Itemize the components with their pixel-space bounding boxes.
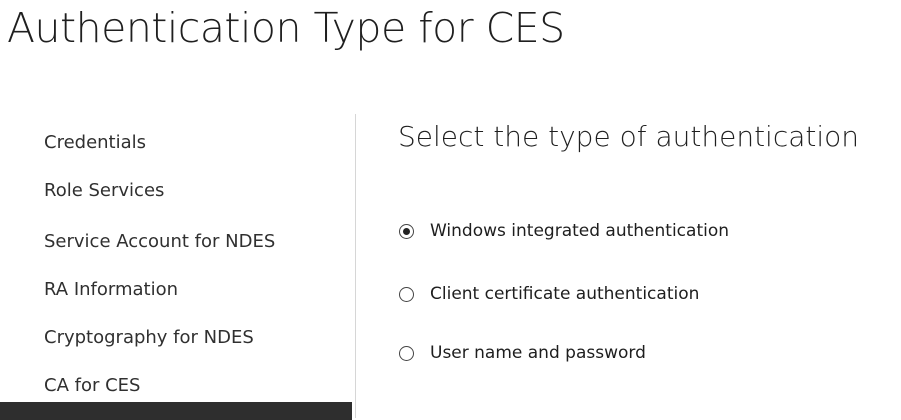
wizard-navigation: Credentials Role Services Service Accoun… xyxy=(0,118,352,420)
sidebar-item-active[interactable] xyxy=(0,402,352,420)
sidebar-item-ra-information[interactable]: RA Information xyxy=(44,279,178,300)
sidebar-item-role-services[interactable]: Role Services xyxy=(44,180,164,201)
radio-button[interactable] xyxy=(399,286,414,302)
option-user-name-password[interactable]: User name and password xyxy=(399,342,646,364)
sidebar-divider xyxy=(355,114,356,418)
radio-button[interactable] xyxy=(399,345,414,361)
section-title: Select the type of authentication xyxy=(398,120,860,153)
sidebar-item-credentials[interactable]: Credentials xyxy=(44,132,146,153)
option-label: User name and password xyxy=(430,343,646,363)
sidebar-item-cryptography-ndes[interactable]: Cryptography for NDES xyxy=(44,327,254,348)
option-windows-integrated[interactable]: Windows integrated authentication xyxy=(399,220,729,242)
sidebar-item-ca-for-ces[interactable]: CA for CES xyxy=(44,375,140,396)
page-title: Authentication Type for CES xyxy=(7,4,565,52)
option-label: Windows integrated authentication xyxy=(430,221,730,241)
sidebar-item-service-account-ndes[interactable]: Service Account for NDES xyxy=(44,231,275,252)
radio-button-checked[interactable] xyxy=(399,223,414,239)
option-client-certificate[interactable]: Client certificate authentication xyxy=(399,283,699,305)
option-label: Client certificate authentication xyxy=(430,284,700,304)
